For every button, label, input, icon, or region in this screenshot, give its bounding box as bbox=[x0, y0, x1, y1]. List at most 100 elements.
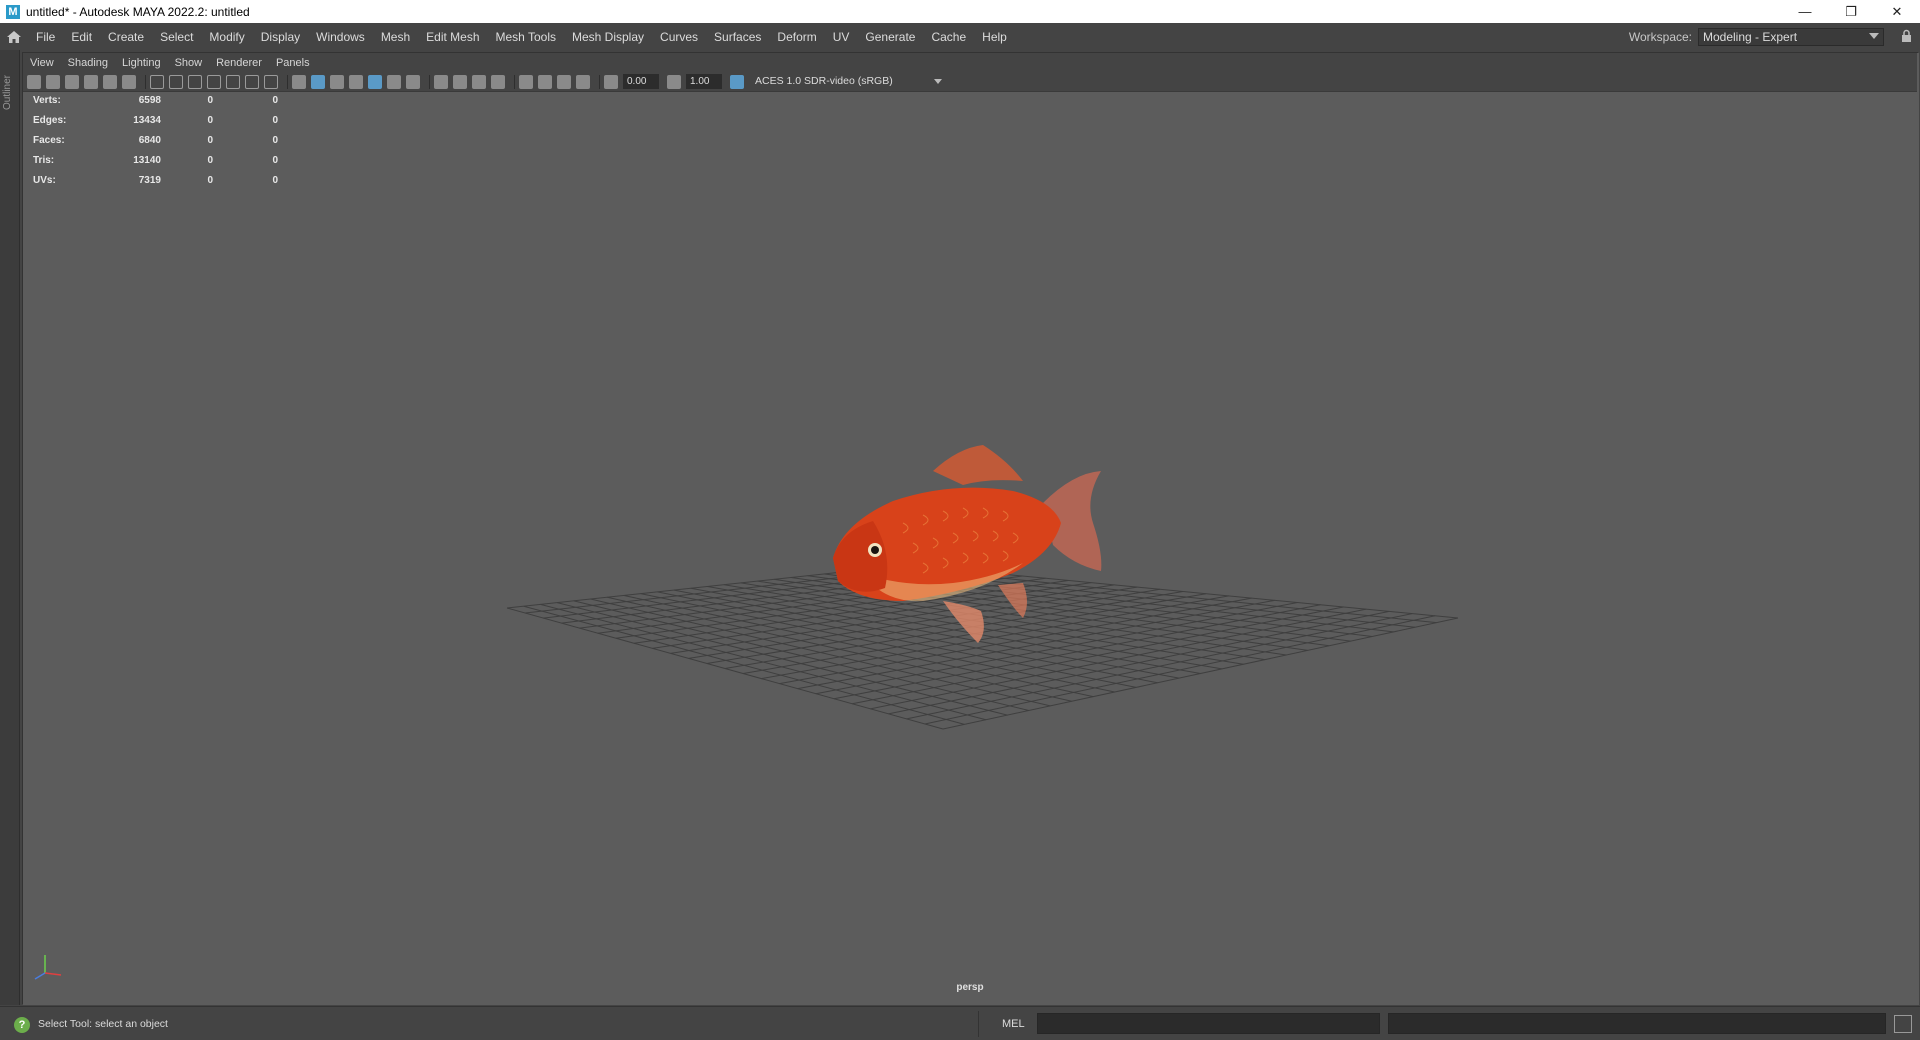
hud-value: 0 bbox=[272, 95, 278, 106]
resolution-gate-icon[interactable] bbox=[188, 74, 202, 89]
help-icon[interactable]: ? bbox=[14, 1017, 30, 1033]
hud-value: 0 bbox=[272, 155, 278, 166]
menu-deform[interactable]: Deform bbox=[769, 30, 824, 44]
outliner-label: Outliner bbox=[2, 74, 13, 110]
hud-row: Tris: 13140 0 0 bbox=[33, 155, 278, 175]
menu-uv[interactable]: UV bbox=[825, 30, 858, 44]
panel-menu-show[interactable]: Show bbox=[168, 57, 210, 69]
lock-icon[interactable] bbox=[1901, 29, 1912, 43]
main-menubar: File Edit Create Select Modify Display W… bbox=[0, 23, 1920, 50]
xray-components-icon[interactable] bbox=[576, 74, 590, 89]
isolate-select-icon[interactable] bbox=[519, 74, 533, 89]
panel-menu-lighting[interactable]: Lighting bbox=[115, 57, 168, 69]
hud-value: 0 bbox=[207, 95, 213, 106]
gamma-field[interactable]: 1.00 bbox=[686, 74, 722, 89]
viewport-panel[interactable]: View Shading Lighting Show Renderer Pane… bbox=[22, 52, 1919, 1005]
menu-modify[interactable]: Modify bbox=[201, 30, 252, 44]
depth-of-field-icon[interactable] bbox=[491, 74, 505, 89]
maya-logo-icon: M bbox=[6, 4, 20, 19]
menu-edit-mesh[interactable]: Edit Mesh bbox=[418, 30, 487, 44]
menu-surfaces[interactable]: Surfaces bbox=[706, 30, 769, 44]
hud-label: UVs: bbox=[33, 175, 56, 186]
menu-mesh[interactable]: Mesh bbox=[373, 30, 418, 44]
toolbar-divider bbox=[145, 74, 146, 89]
hud-value: 0 bbox=[207, 155, 213, 166]
hud-value: 0 bbox=[272, 115, 278, 126]
menu-help[interactable]: Help bbox=[974, 30, 1015, 44]
toolbar-divider bbox=[514, 74, 515, 89]
shadows-icon[interactable] bbox=[406, 74, 420, 89]
camera-name-label: persp bbox=[956, 982, 984, 993]
menu-mesh-display[interactable]: Mesh Display bbox=[564, 30, 652, 44]
pencil-icon[interactable] bbox=[122, 74, 136, 89]
menu-file[interactable]: File bbox=[28, 30, 63, 44]
script-language-toggle[interactable]: MEL bbox=[1002, 1018, 1025, 1030]
menu-create[interactable]: Create bbox=[100, 30, 152, 44]
script-editor-icon[interactable] bbox=[1894, 1015, 1912, 1033]
close-icon[interactable]: ✕ bbox=[1874, 0, 1920, 23]
camera-attributes-icon[interactable] bbox=[46, 74, 60, 89]
workspace-label: Workspace: bbox=[1628, 29, 1692, 44]
panel-menu-shading[interactable]: Shading bbox=[61, 57, 115, 69]
menu-generate[interactable]: Generate bbox=[857, 30, 923, 44]
panel-menu-panels[interactable]: Panels bbox=[269, 57, 317, 69]
menu-edit[interactable]: Edit bbox=[63, 30, 100, 44]
grid-toggle-icon[interactable] bbox=[150, 74, 164, 89]
home-icon[interactable] bbox=[0, 23, 28, 50]
hud-label: Edges: bbox=[33, 115, 67, 126]
menu-mesh-tools[interactable]: Mesh Tools bbox=[488, 30, 564, 44]
image-plane-icon[interactable] bbox=[84, 74, 98, 89]
grease-pencil-icon[interactable] bbox=[103, 74, 117, 89]
help-line-message: Select Tool: select an object bbox=[38, 1018, 168, 1030]
wireframe-on-shaded-icon[interactable] bbox=[349, 74, 363, 89]
exposure-field[interactable]: 0.00 bbox=[623, 74, 659, 89]
film-gate-icon[interactable] bbox=[169, 74, 183, 89]
anti-aliasing-icon[interactable] bbox=[472, 74, 486, 89]
default-material-icon[interactable] bbox=[330, 74, 344, 89]
gate-mask-icon[interactable] bbox=[207, 74, 221, 89]
menu-select[interactable]: Select bbox=[152, 30, 201, 44]
hud-value: 0 bbox=[207, 175, 213, 186]
workspace-selector: Workspace: Modeling - Expert bbox=[1629, 23, 1884, 50]
xray-icon[interactable] bbox=[538, 74, 552, 89]
gamma-icon[interactable] bbox=[667, 74, 681, 89]
smooth-shade-icon[interactable] bbox=[311, 74, 325, 89]
statusbar-divider bbox=[978, 1011, 979, 1037]
safe-action-icon[interactable] bbox=[245, 74, 259, 89]
restore-icon[interactable]: ❐ bbox=[1828, 0, 1874, 23]
lights-icon[interactable] bbox=[387, 74, 401, 89]
menu-cache[interactable]: Cache bbox=[923, 30, 974, 44]
panel-menu-renderer[interactable]: Renderer bbox=[209, 57, 269, 69]
camera-select-icon[interactable] bbox=[27, 74, 41, 89]
viewport-scene[interactable] bbox=[23, 53, 1919, 1005]
chevron-down-icon bbox=[934, 79, 942, 84]
hud-label: Tris: bbox=[33, 155, 55, 166]
wireframe-icon[interactable] bbox=[292, 74, 306, 89]
workspace-dropdown[interactable]: Modeling - Expert bbox=[1698, 27, 1884, 46]
minimize-icon[interactable]: — bbox=[1782, 0, 1828, 23]
panel-menubar: View Shading Lighting Show Renderer Pane… bbox=[23, 53, 1917, 72]
outliner-tab[interactable]: Outliner bbox=[0, 50, 20, 1005]
safe-title-icon[interactable] bbox=[264, 74, 278, 89]
view-transform-dropdown[interactable]: ACES 1.0 SDR-video (sRGB) bbox=[751, 74, 946, 89]
hud-value: 13140 bbox=[133, 155, 161, 166]
textured-icon[interactable] bbox=[368, 74, 382, 89]
toolbar-divider bbox=[287, 74, 288, 89]
panel-menu-view[interactable]: View bbox=[23, 57, 61, 69]
workspace-value: Modeling - Expert bbox=[1703, 29, 1798, 44]
color-management-icon[interactable] bbox=[730, 74, 744, 89]
command-line-bar: ? Select Tool: select an object MEL bbox=[0, 1006, 1920, 1040]
toolbar-divider bbox=[429, 74, 430, 89]
menu-display[interactable]: Display bbox=[253, 30, 308, 44]
menu-curves[interactable]: Curves bbox=[652, 30, 706, 44]
field-chart-icon[interactable] bbox=[226, 74, 240, 89]
xray-joints-icon[interactable] bbox=[557, 74, 571, 89]
window-title: untitled* - Autodesk MAYA 2022.2: untitl… bbox=[26, 4, 250, 19]
hud-value: 13434 bbox=[133, 115, 161, 126]
command-input[interactable] bbox=[1037, 1013, 1380, 1034]
ambient-occlusion-icon[interactable] bbox=[434, 74, 448, 89]
motion-blur-icon[interactable] bbox=[453, 74, 467, 89]
exposure-icon[interactable] bbox=[604, 74, 618, 89]
menu-windows[interactable]: Windows bbox=[308, 30, 373, 44]
bookmark-icon[interactable] bbox=[65, 74, 79, 89]
